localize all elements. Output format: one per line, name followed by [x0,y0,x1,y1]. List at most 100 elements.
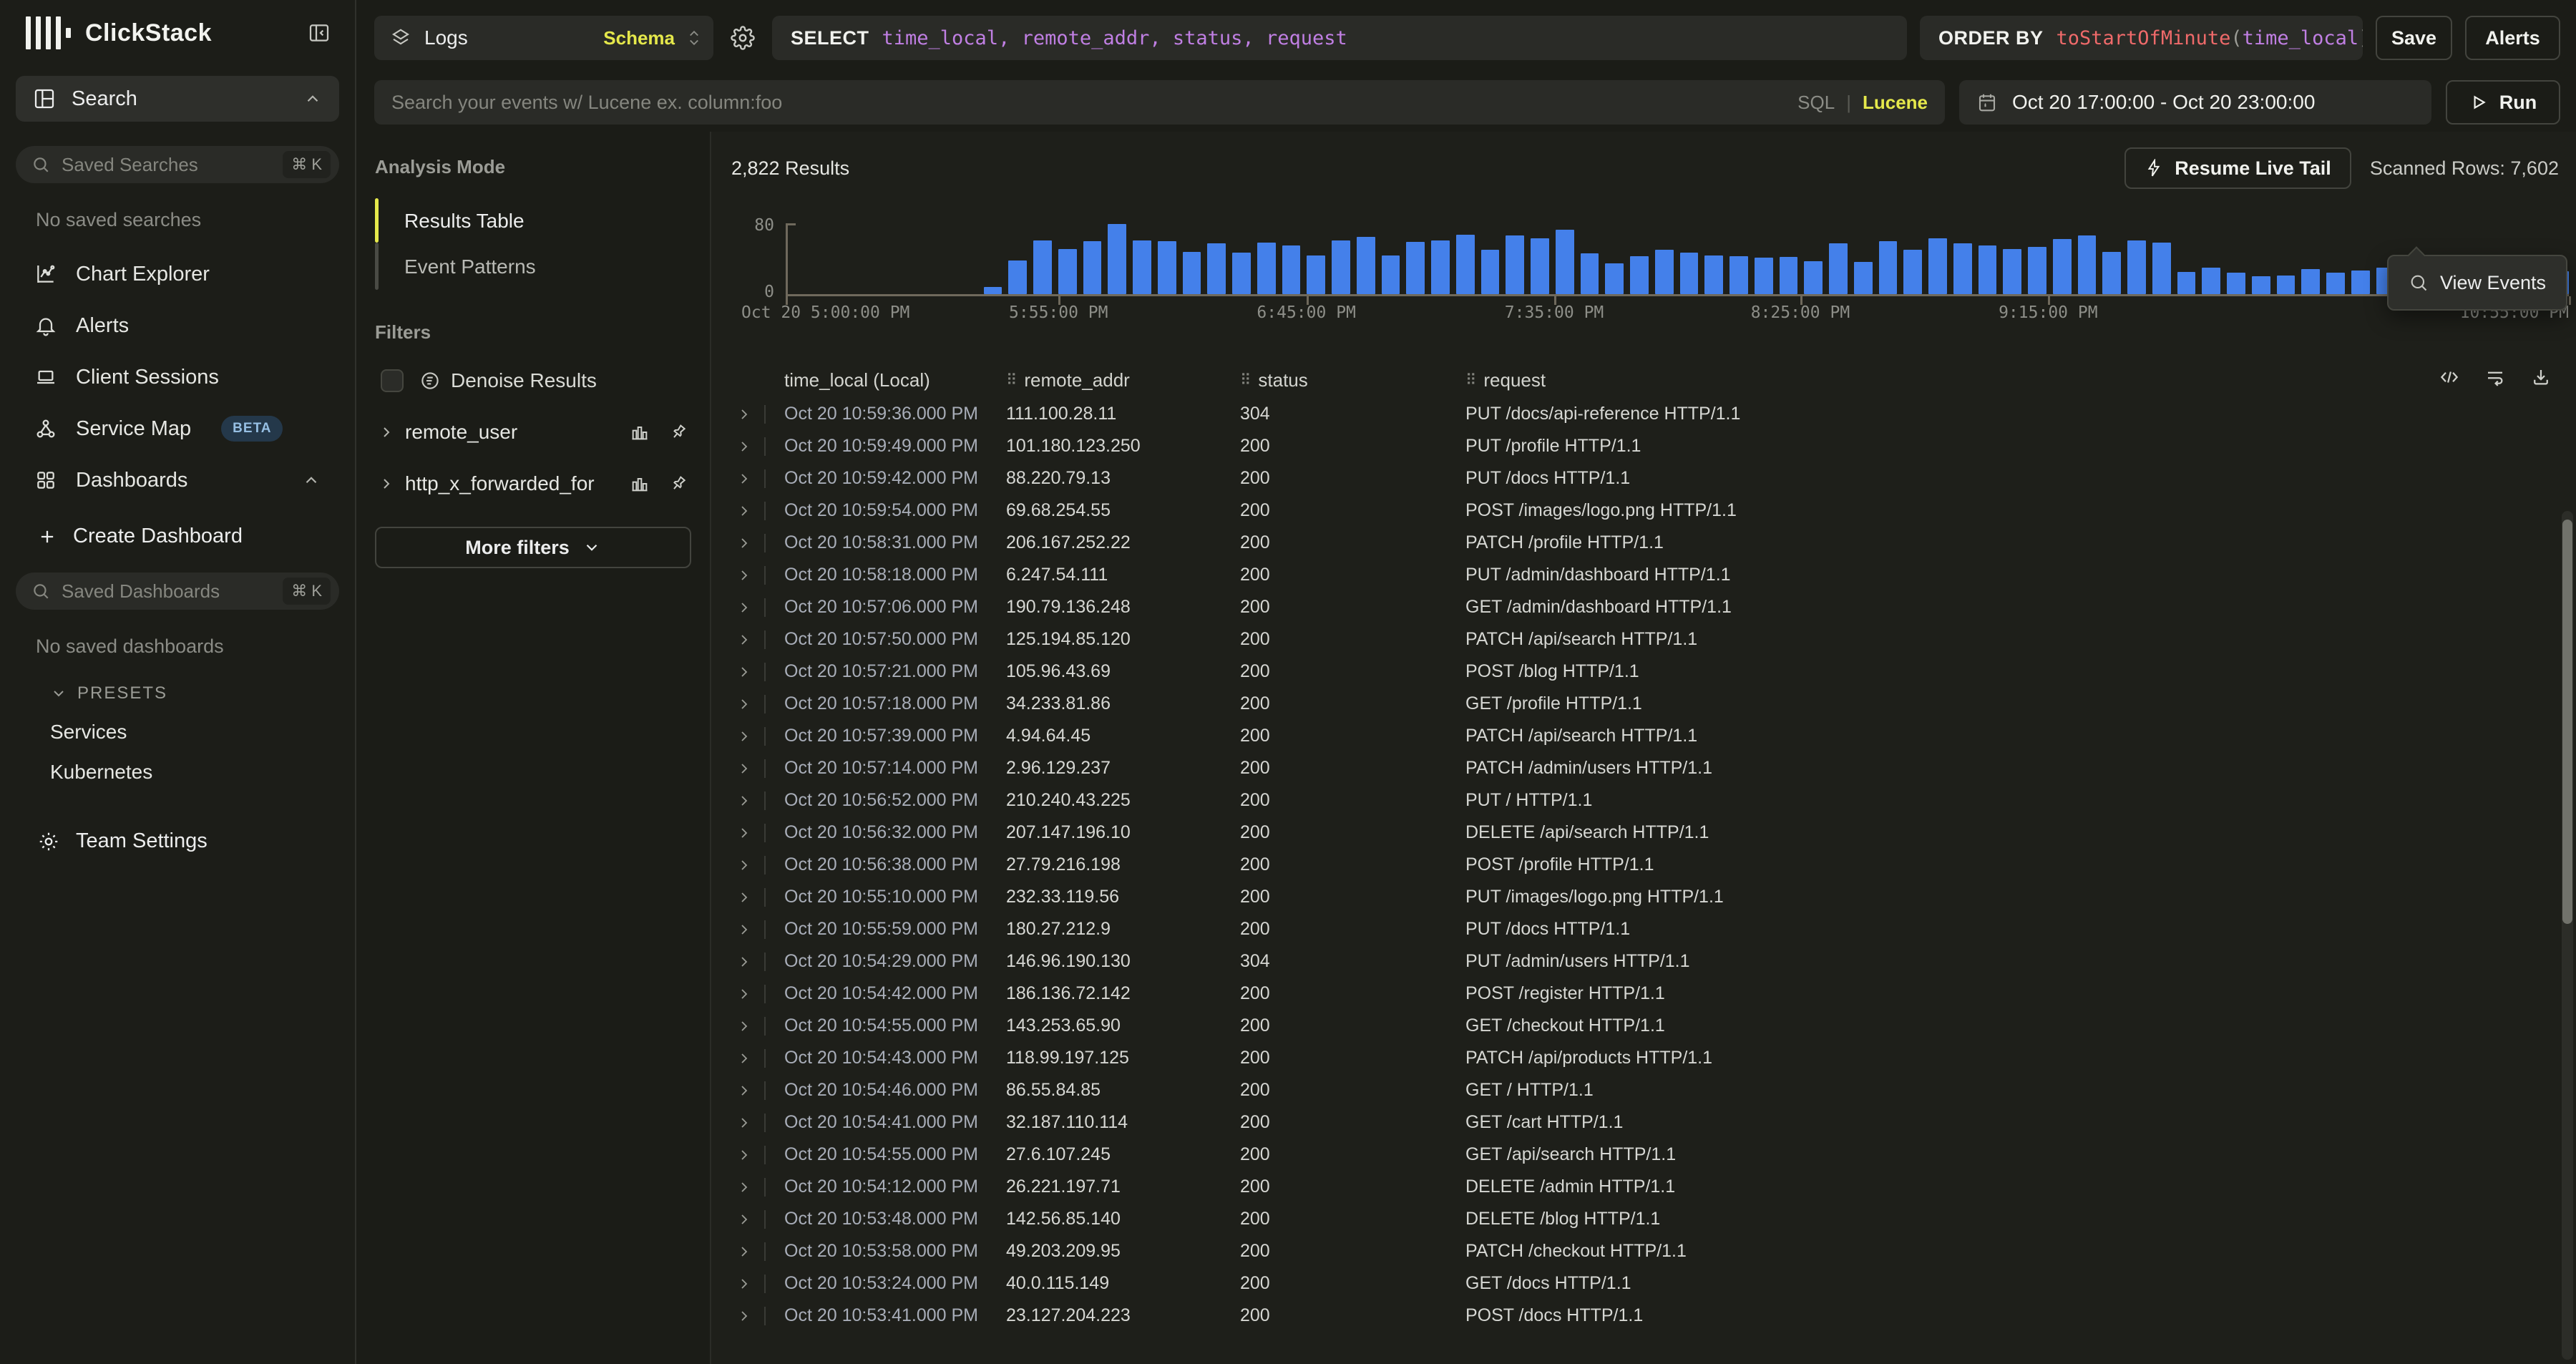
team-settings-button[interactable]: Team Settings [37,829,339,853]
histogram-bar[interactable] [1481,250,1500,294]
row-expand-chevron-icon[interactable] [736,889,753,906]
column-header-remote-addr[interactable]: ⠿remote_addr [1006,369,1240,391]
wrap-text-icon[interactable] [2484,366,2506,388]
preset-item-services[interactable]: Services [50,721,339,744]
row-expand-chevron-icon[interactable] [736,1211,753,1228]
alerts-button[interactable]: Alerts [2465,16,2560,60]
histogram-bar[interactable] [1257,243,1276,294]
histogram-bar[interactable] [1133,240,1151,294]
histogram-bar[interactable] [2102,252,2121,294]
filter-field-http-x-forwarded-for[interactable]: http_x_forwarded_for [375,472,691,495]
source-selector[interactable]: Logs Schema [374,16,713,60]
table-row[interactable]: Oct 20 10:54:42.000 PM186.136.72.142200P… [731,978,2552,1010]
histogram-bar[interactable] [1581,253,1599,294]
sidebar-item-client-sessions[interactable]: Client Sessions [16,351,339,403]
collapse-sidebar-icon[interactable] [308,21,331,44]
histogram-bar[interactable] [1158,241,1176,294]
drag-handle-icon[interactable]: ⠿ [1465,371,1475,389]
row-expand-chevron-icon[interactable] [736,1275,753,1292]
filter-field-remote-user[interactable]: remote_user [375,421,691,444]
row-expand-chevron-icon[interactable] [736,1179,753,1196]
histogram-bar[interactable] [1033,240,1052,294]
histogram-bar[interactable] [1506,235,1524,294]
table-row[interactable]: Oct 20 10:53:24.000 PM40.0.115.149200GET… [731,1267,2552,1300]
mode-event-patterns[interactable]: Event Patterns [379,244,536,290]
table-row[interactable]: Oct 20 10:55:10.000 PM232.33.119.56200PU… [731,881,2552,913]
row-expand-chevron-icon[interactable] [736,953,753,970]
histogram-bar[interactable] [1979,245,1997,294]
row-expand-chevron-icon[interactable] [736,1050,753,1067]
row-expand-chevron-icon[interactable] [736,1307,753,1325]
chevron-up-icon[interactable] [302,471,321,489]
histogram-bar[interactable] [1655,250,1674,294]
drag-handle-icon[interactable]: ⠿ [1240,371,1249,389]
download-icon[interactable] [2530,366,2552,388]
row-expand-chevron-icon[interactable] [736,535,753,552]
histogram-bar[interactable] [2202,268,2220,294]
histogram-bar[interactable] [1829,243,1848,294]
histogram-bar[interactable] [1605,263,1624,294]
scrollbar-thumb[interactable] [2562,520,2572,924]
histogram-bar[interactable] [1207,243,1226,294]
sidebar-item-dashboards[interactable]: Dashboards [16,454,339,506]
table-row[interactable]: Oct 20 10:59:54.000 PM69.68.254.55200POS… [731,495,2552,527]
row-expand-chevron-icon[interactable] [736,1018,753,1035]
histogram-bar[interactable] [1357,237,1375,294]
sidebar-item-alerts[interactable]: Alerts [16,300,339,351]
histogram-bar[interactable] [1183,252,1201,294]
histogram-bar[interactable] [2227,273,2245,294]
histogram-bar[interactable] [1755,258,1773,294]
table-row[interactable]: Oct 20 10:57:21.000 PM105.96.43.69200POS… [731,656,2552,688]
table-row[interactable]: Oct 20 10:54:46.000 PM86.55.84.85200GET … [731,1074,2552,1106]
histogram-bar[interactable] [2127,240,2146,294]
histogram-bar[interactable] [1332,240,1350,294]
mode-results-table[interactable]: Results Table [379,198,536,244]
histogram-bar[interactable] [1232,253,1251,294]
table-row[interactable]: Oct 20 10:54:43.000 PM118.99.197.125200P… [731,1042,2552,1074]
histogram-bar[interactable] [1879,241,1898,294]
lucene-toggle[interactable]: Lucene [1863,92,1928,114]
histogram-bar[interactable] [1307,255,1325,294]
histogram-bar[interactable] [2301,269,2320,294]
saved-dashboards-input[interactable]: Saved Dashboards ⌘ K [16,573,339,610]
row-expand-chevron-icon[interactable] [736,567,753,584]
presets-header[interactable]: PRESETS [50,683,339,703]
histogram-bar[interactable] [1108,224,1126,294]
time-range-picker[interactable]: Oct 20 17:00:00 - Oct 20 23:00:00 [1959,80,2431,125]
table-row[interactable]: Oct 20 10:59:36.000 PM111.100.28.11304PU… [731,398,2552,430]
column-header-time-local[interactable]: time_local (Local) [784,369,1006,391]
histogram-bar[interactable] [1729,256,1748,294]
table-row[interactable]: Oct 20 10:54:55.000 PM143.253.65.90200GE… [731,1010,2552,1042]
histogram-bar[interactable] [2053,239,2072,294]
histogram-bar[interactable] [1953,243,1972,294]
row-expand-chevron-icon[interactable] [736,857,753,874]
row-expand-chevron-icon[interactable] [736,631,753,648]
histogram-bar[interactable] [1008,260,1027,294]
histogram-bar[interactable] [2326,273,2345,294]
source-settings-gear-icon[interactable] [726,26,759,50]
sidebar-item-chart-explorer[interactable]: Chart Explorer [16,248,339,300]
histogram-bar[interactable] [1083,241,1102,294]
row-expand-chevron-icon[interactable] [736,1082,753,1099]
histogram-bar[interactable] [1382,255,1400,294]
histogram-icon[interactable] [630,474,650,494]
row-expand-chevron-icon[interactable] [736,1146,753,1164]
histogram-bar[interactable] [2351,271,2370,294]
table-row[interactable]: Oct 20 10:54:55.000 PM27.6.107.245200GET… [731,1139,2552,1171]
row-expand-chevron-icon[interactable] [736,1114,753,1131]
pin-icon[interactable] [668,474,688,494]
table-row[interactable]: Oct 20 10:55:59.000 PM180.27.212.9200PUT… [731,913,2552,945]
histogram-bar[interactable] [1058,249,1077,294]
row-expand-chevron-icon[interactable] [736,921,753,938]
table-row[interactable]: Oct 20 10:57:14.000 PM2.96.129.237200PAT… [731,752,2552,784]
row-expand-chevron-icon[interactable] [736,985,753,1003]
pin-icon[interactable] [668,422,688,442]
table-row[interactable]: Oct 20 10:59:49.000 PM101.180.123.250200… [731,430,2552,462]
row-expand-chevron-icon[interactable] [736,728,753,745]
histogram-bar[interactable] [2078,235,2097,294]
table-row[interactable]: Oct 20 10:56:32.000 PM207.147.196.10200D… [731,817,2552,849]
create-dashboard-button[interactable]: Create Dashboard [37,525,339,548]
histogram-bar[interactable] [1928,238,1947,294]
histogram-bar[interactable] [2003,249,2021,294]
histogram-bar[interactable] [1456,235,1475,294]
